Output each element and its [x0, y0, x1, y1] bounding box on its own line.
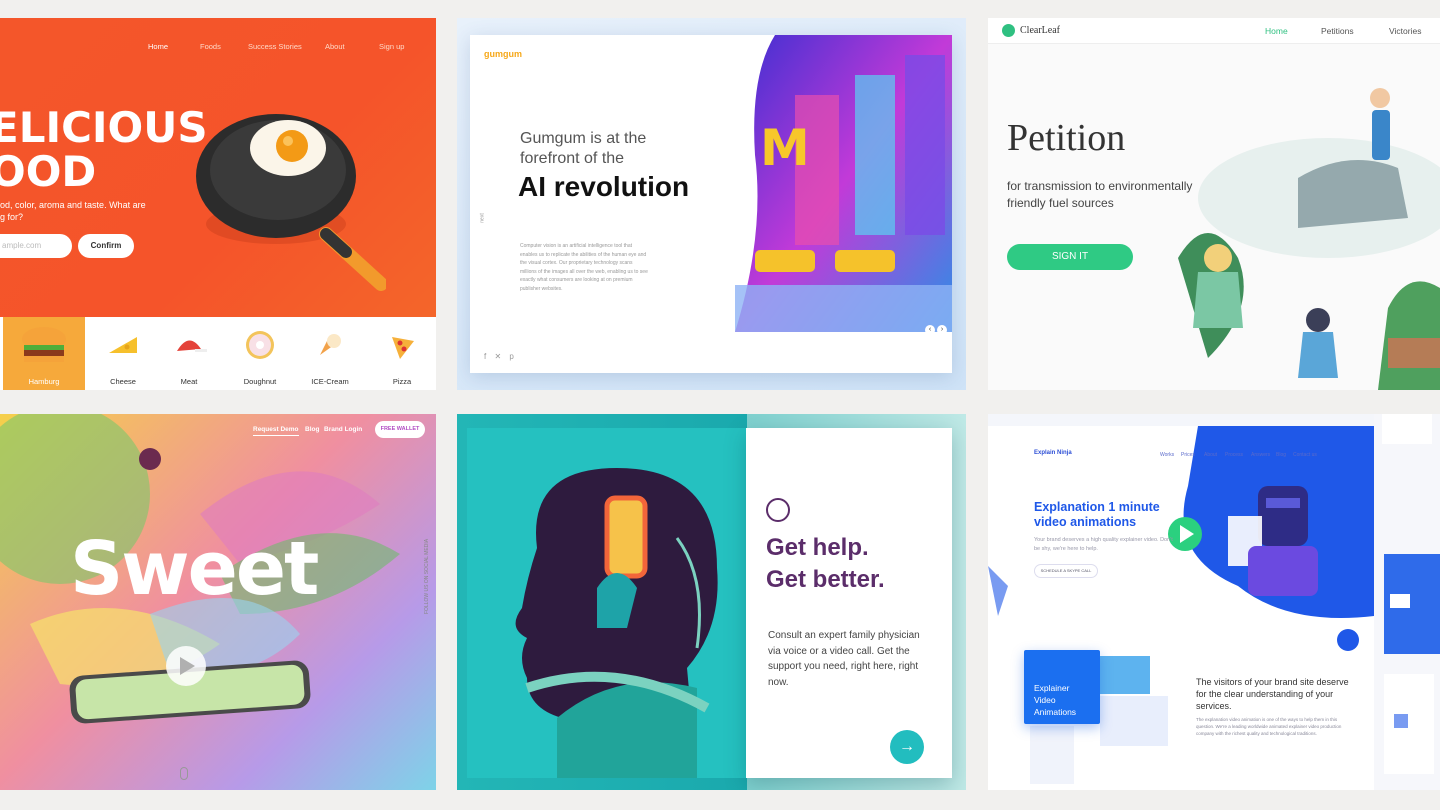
food-headline-line-1: ELICIOUS [0, 103, 208, 152]
food-nav-home[interactable]: Home [148, 42, 168, 51]
explain-ninja-headline: Explanation 1 minute video animations [1034, 500, 1160, 529]
get-help-card: Get help. Get better. Consult an expert … [746, 428, 952, 778]
category-label: Hamburg [28, 377, 60, 386]
clearleaf-nav-home[interactable]: Home [1265, 26, 1288, 36]
gumgum-tagline-line-2: forefront of the [520, 150, 625, 167]
clearleaf-header: ClearLeaf Home Petitions Victories [988, 18, 1440, 44]
get-help-landing-thumbnail[interactable]: Get help. Get better. Consult an expert … [457, 414, 966, 790]
carousel-arrows: ‹ › [923, 318, 947, 336]
nav-blog[interactable]: Blog [1276, 452, 1286, 458]
schedule-call-button[interactable]: SCHEDULE A SKYPE CALL [1034, 564, 1098, 578]
clearleaf-logo[interactable]: ClearLeaf [1002, 24, 1060, 37]
clinic-logo-icon [766, 498, 790, 522]
gumgum-body: Computer vision is an artificial intelli… [520, 243, 648, 292]
city-street-illustration: M [735, 35, 952, 332]
free-wallet-button[interactable]: FREE WALLET [375, 421, 425, 438]
category-label: Pizza [392, 377, 412, 386]
category-hamburg[interactable]: Hamburg [3, 317, 85, 390]
gardening-illustration [1178, 88, 1440, 390]
visitors-body: The explanation video animation is one o… [1196, 717, 1342, 736]
gumgum-logo[interactable]: gumgum [484, 49, 522, 59]
nav-answers[interactable]: Answers [1251, 452, 1270, 458]
gumgum-card: gumgum Gumgum is at the forefront of the… [470, 35, 952, 373]
meat-icon [177, 340, 207, 352]
petition-subtitle: for transmission to environmentally frie… [1007, 178, 1227, 212]
scroll-indicator-icon[interactable] [180, 767, 188, 780]
category-ice-cream[interactable]: ICE-Cream [300, 317, 360, 390]
food-landing-thumbnail[interactable]: Home Foods Success Stories About Sign up… [0, 18, 436, 390]
food-headline-line-2: OOD [0, 147, 97, 196]
food-nav-signup[interactable]: Sign up [379, 42, 404, 51]
explain-ninja-main-page: Explain Ninja Works Prices About Process… [988, 426, 1374, 790]
clearleaf-nav-victories[interactable]: Victories [1389, 26, 1421, 36]
confirm-button[interactable]: Confirm [78, 234, 134, 258]
explainer-card[interactable]: Explainer Video Animations [1024, 650, 1100, 724]
ice-cream-icon [320, 334, 341, 355]
pizza-icon [392, 337, 414, 359]
gumgum-vertical-label: next [479, 213, 486, 223]
next-arrow-button[interactable]: → [890, 730, 924, 764]
cheese-icon [109, 337, 137, 353]
explain-ninja-side-pages [1374, 414, 1440, 790]
sweet-headline: Sweet [70, 526, 319, 612]
nav-process[interactable]: Process [1225, 452, 1243, 458]
nav-about[interactable]: About [1204, 452, 1217, 458]
gumgum-tagline: Gumgum is at the forefront of the [520, 129, 700, 169]
nav-works[interactable]: Works [1160, 452, 1174, 458]
hamburger-icon [22, 327, 66, 362]
get-help-headline-line-2: Get better. [766, 566, 885, 593]
category-label: ICE-Cream [311, 377, 349, 386]
explainer-card-label: Explainer Video Animations [1034, 683, 1077, 717]
food-nav-foods[interactable]: Foods [200, 42, 221, 51]
prev-arrow-button[interactable]: ‹ [925, 325, 935, 335]
nav-prices[interactable]: Prices [1181, 452, 1195, 458]
head-silhouette-illustration [467, 428, 747, 778]
explain-ninja-body: Your brand deserves a high quality expla… [1034, 537, 1173, 552]
petition-subtitle-line-2: friendly fuel sources [1007, 196, 1114, 210]
petition-subtitle-line-1: for transmission to environmentally [1007, 179, 1193, 193]
request-demo-link[interactable]: Request Demo [253, 426, 299, 436]
category-cheese[interactable]: Cheese [93, 317, 153, 390]
clearleaf-logo-text: ClearLeaf [1020, 24, 1060, 36]
svg-text:M: M [760, 119, 810, 177]
food-nav-about[interactable]: About [325, 42, 345, 51]
food-nav-success-stories[interactable]: Success Stories [248, 42, 302, 51]
food-category-strip: Hamburg Cheese Meat Doughnut ICE-Cream P… [0, 317, 436, 390]
category-label: Meat [180, 377, 198, 386]
category-meat[interactable]: Meat [159, 317, 219, 390]
side-pages-illustration [1382, 414, 1440, 774]
clearleaf-nav-petitions[interactable]: Petitions [1321, 26, 1354, 36]
food-subtitle: od, color, aroma and taste. What are g f… [0, 199, 160, 223]
category-pizza[interactable]: Pizza [372, 317, 432, 390]
blog-link[interactable]: Blog [305, 426, 319, 433]
food-subtitle-line-2: g for? [0, 212, 24, 222]
leaf-icon [1002, 24, 1015, 37]
brand-login-link[interactable]: Brand Login [324, 426, 362, 433]
get-help-headline-line-1: Get help. [766, 534, 869, 561]
gumgum-landing-thumbnail[interactable]: gumgum Gumgum is at the forefront of the… [457, 18, 966, 390]
explain-ninja-landing-thumbnail[interactable]: Explain Ninja Works Prices About Process… [988, 414, 1440, 790]
sign-it-button[interactable]: SIGN IT [1007, 244, 1133, 270]
frying-pan-illustration [196, 114, 386, 291]
social-icons[interactable]: f ✕ p [484, 352, 517, 361]
gumgum-tagline-line-1: Gumgum is at the [520, 130, 647, 147]
explain-ninja-logo[interactable]: Explain Ninja [1034, 450, 1072, 456]
social-follow-label: FOLLOW US ON SOCIAL MEDIA [424, 538, 430, 614]
gumgum-headline: AI revolution [518, 171, 690, 202]
doughnut-icon [246, 331, 274, 359]
sweet-landing-thumbnail[interactable]: Request Demo Blog Brand Login FREE WALLE… [0, 414, 436, 790]
next-arrow-button[interactable]: › [937, 325, 947, 335]
get-help-headline: Get help. Get better. [766, 532, 885, 596]
food-headline: ELICIOUS OOD [0, 106, 208, 194]
nav-contact[interactable]: Contact us [1293, 452, 1317, 458]
food-subtitle-line-1: od, color, aroma and taste. What are [0, 200, 146, 210]
petition-title: Petition [1007, 117, 1126, 159]
visitors-heading: The visitors of your brand site deserve … [1196, 677, 1349, 711]
category-label: Doughnut [243, 377, 277, 386]
category-label: Cheese [110, 377, 136, 386]
email-input[interactable]: ample.com [0, 234, 72, 258]
category-doughnut[interactable]: Doughnut [230, 317, 290, 390]
get-help-body: Consult an expert family physician via v… [768, 630, 920, 688]
clearleaf-landing-thumbnail[interactable]: ClearLeaf Home Petitions Victories Petit… [988, 18, 1440, 390]
